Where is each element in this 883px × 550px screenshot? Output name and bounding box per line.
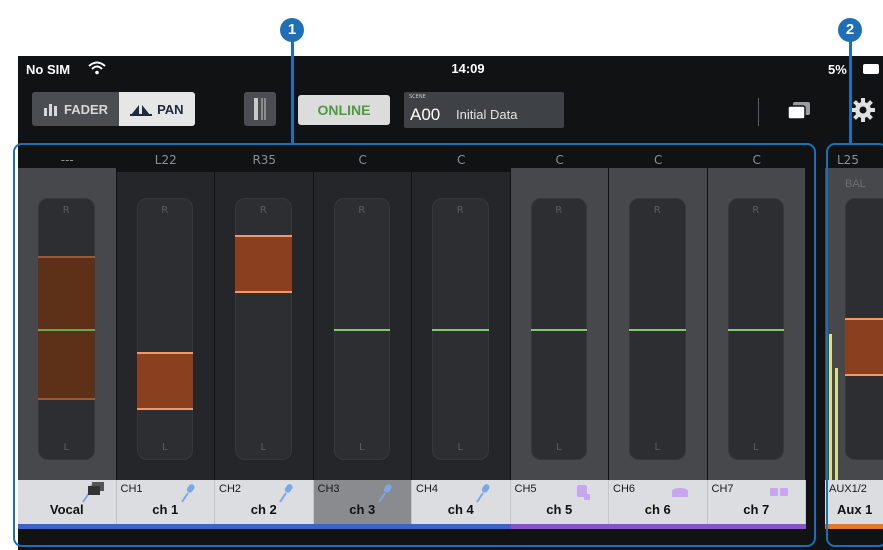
online-button[interactable]: ONLINE — [298, 95, 390, 125]
fader-icon — [44, 104, 57, 116]
callout-frame-aux — [826, 143, 883, 547]
callout-badge-1: 1 — [280, 18, 304, 42]
callout-badge-2: 2 — [838, 18, 862, 42]
wifi-icon — [88, 61, 106, 75]
clock: 14:09 — [451, 61, 485, 76]
stage: No SIM 14:09 5% FADER PAN ONLINE SCENE A… — [0, 0, 883, 550]
scene-name: Initial Data — [456, 107, 518, 122]
pan-tab[interactable]: PAN — [119, 92, 195, 126]
gear-icon[interactable] — [850, 97, 876, 123]
fader-tab-label: FADER — [64, 101, 109, 117]
window-icon[interactable] — [788, 102, 810, 120]
callout-leader-2 — [849, 40, 852, 144]
scene-display[interactable]: SCENE A00 Initial Data — [404, 92, 564, 128]
toolbar: FADER PAN ONLINE SCENE A00 Initial Data — [18, 82, 883, 138]
callout-frame-channels — [13, 143, 816, 547]
meter-button[interactable] — [244, 92, 276, 126]
toolbar-divider — [758, 98, 759, 126]
carrier-label: No SIM — [26, 62, 71, 77]
pan-icon — [130, 105, 153, 116]
status-bar: No SIM 14:09 5% — [18, 56, 883, 82]
scene-number: A00 — [410, 105, 441, 124]
view-mode-switch: FADER PAN — [32, 92, 195, 126]
scene-caption: SCENE — [409, 94, 426, 100]
fader-tab[interactable]: FADER — [32, 92, 120, 126]
pan-tab-label: PAN — [157, 101, 184, 117]
battery-text: 5% — [828, 62, 847, 77]
battery-icon — [863, 64, 879, 74]
meter-icon — [254, 98, 266, 120]
callout-leader-1 — [291, 40, 294, 144]
